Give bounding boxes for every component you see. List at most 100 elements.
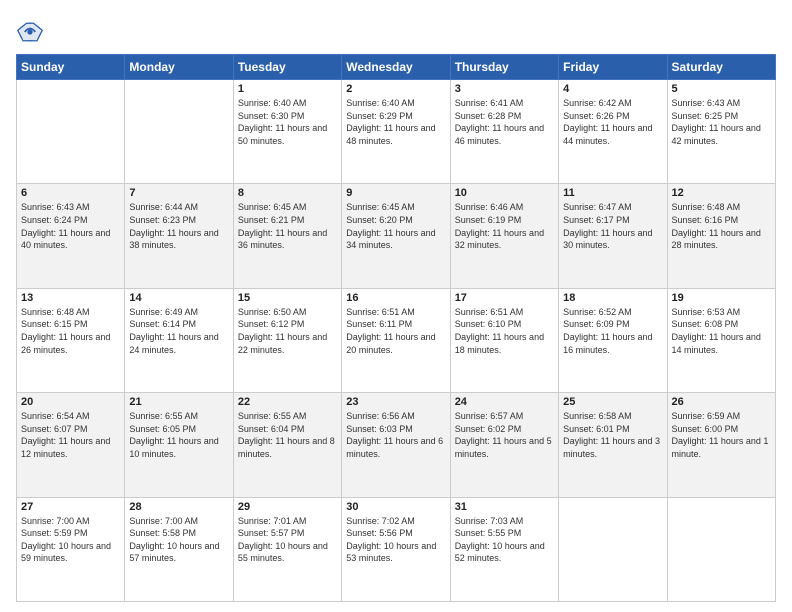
day-number: 26 bbox=[672, 396, 771, 408]
weekday-friday: Friday bbox=[559, 55, 667, 80]
header bbox=[16, 14, 776, 46]
day-number: 1 bbox=[238, 83, 337, 95]
weekday-sunday: Sunday bbox=[17, 55, 125, 80]
calendar-week-2: 6Sunrise: 6:43 AM Sunset: 6:24 PM Daylig… bbox=[17, 184, 776, 288]
day-number: 17 bbox=[455, 292, 554, 304]
cell-info: Sunrise: 6:57 AM Sunset: 6:02 PM Dayligh… bbox=[455, 410, 554, 460]
day-number: 10 bbox=[455, 187, 554, 199]
weekday-tuesday: Tuesday bbox=[233, 55, 341, 80]
calendar-header: SundayMondayTuesdayWednesdayThursdayFrid… bbox=[17, 55, 776, 80]
logo-icon bbox=[16, 18, 44, 46]
weekday-wednesday: Wednesday bbox=[342, 55, 450, 80]
day-number: 16 bbox=[346, 292, 445, 304]
calendar-cell: 19 Sunrise: 6:53 AM Sunset: 6:08 PM Dayli… bbox=[667, 288, 775, 392]
day-number: 7 bbox=[129, 187, 228, 199]
calendar-week-3: 13Sunrise: 6:48 AM Sunset: 6:15 PM Dayli… bbox=[17, 288, 776, 392]
day-number: 27 bbox=[21, 501, 120, 513]
calendar-cell: 28 Sunrise: 7:00 AM Sunset: 5:58 PM Dayli… bbox=[125, 497, 233, 601]
cell-info: Sunrise: 6:46 AM Sunset: 6:19 PM Dayligh… bbox=[455, 201, 554, 251]
cell-info: Sunrise: 7:00 AM Sunset: 5:58 PM Dayligh… bbox=[129, 515, 228, 565]
calendar-cell: 1Sunrise: 6:40 AM Sunset: 6:30 PM Daylig… bbox=[233, 80, 341, 184]
day-number: 3 bbox=[455, 83, 554, 95]
calendar-cell: 5 Sunrise: 6:43 AM Sunset: 6:25 PM Daylig… bbox=[667, 80, 775, 184]
calendar-cell: 21Sunrise: 6:55 AM Sunset: 6:05 PM Dayli… bbox=[125, 393, 233, 497]
cell-info: Sunrise: 6:50 AM Sunset: 6:12 PM Dayligh… bbox=[238, 306, 337, 356]
cell-info: Sunrise: 6:49 AM Sunset: 6:14 PM Dayligh… bbox=[129, 306, 228, 356]
calendar-cell: 10 Sunrise: 6:46 AM Sunset: 6:19 PM Dayli… bbox=[450, 184, 558, 288]
day-number: 22 bbox=[238, 396, 337, 408]
calendar-cell bbox=[559, 497, 667, 601]
cell-info: Sunrise: 6:54 AM Sunset: 6:07 PM Dayligh… bbox=[21, 410, 120, 460]
cell-info: Sunrise: 7:00 AM Sunset: 5:59 PM Dayligh… bbox=[21, 515, 120, 565]
cell-info: Sunrise: 6:56 AM Sunset: 6:03 PM Dayligh… bbox=[346, 410, 445, 460]
page: SundayMondayTuesdayWednesdayThursdayFrid… bbox=[0, 0, 792, 612]
day-number: 19 bbox=[672, 292, 771, 304]
calendar-cell: 8 Sunrise: 6:45 AM Sunset: 6:21 PM Daylig… bbox=[233, 184, 341, 288]
cell-info: Sunrise: 7:02 AM Sunset: 5:56 PM Dayligh… bbox=[346, 515, 445, 565]
cell-info: Sunrise: 7:03 AM Sunset: 5:55 PM Dayligh… bbox=[455, 515, 554, 565]
day-number: 25 bbox=[563, 396, 662, 408]
day-number: 20 bbox=[21, 396, 120, 408]
cell-info: Sunrise: 6:42 AM Sunset: 6:26 PM Dayligh… bbox=[563, 97, 662, 147]
calendar-cell: 17Sunrise: 6:51 AM Sunset: 6:10 PM Dayli… bbox=[450, 288, 558, 392]
cell-info: Sunrise: 6:41 AM Sunset: 6:28 PM Dayligh… bbox=[455, 97, 554, 147]
day-number: 30 bbox=[346, 501, 445, 513]
day-number: 2 bbox=[346, 83, 445, 95]
cell-info: Sunrise: 6:58 AM Sunset: 6:01 PM Dayligh… bbox=[563, 410, 662, 460]
calendar-cell: 22Sunrise: 6:55 AM Sunset: 6:04 PM Dayli… bbox=[233, 393, 341, 497]
calendar-cell: 2Sunrise: 6:40 AM Sunset: 6:29 PM Daylig… bbox=[342, 80, 450, 184]
day-number: 14 bbox=[129, 292, 228, 304]
cell-info: Sunrise: 6:53 AM Sunset: 6:08 PM Dayligh… bbox=[672, 306, 771, 356]
weekday-thursday: Thursday bbox=[450, 55, 558, 80]
cell-info: Sunrise: 6:43 AM Sunset: 6:25 PM Dayligh… bbox=[672, 97, 771, 147]
calendar-cell: 11 Sunrise: 6:47 AM Sunset: 6:17 PM Dayli… bbox=[559, 184, 667, 288]
cell-info: Sunrise: 6:51 AM Sunset: 6:11 PM Dayligh… bbox=[346, 306, 445, 356]
calendar-week-5: 27 Sunrise: 7:00 AM Sunset: 5:59 PM Dayli… bbox=[17, 497, 776, 601]
cell-info: Sunrise: 6:47 AM Sunset: 6:17 PM Dayligh… bbox=[563, 201, 662, 251]
calendar-cell: 29Sunrise: 7:01 AM Sunset: 5:57 PM Dayli… bbox=[233, 497, 341, 601]
day-number: 28 bbox=[129, 501, 228, 513]
calendar-cell: 9Sunrise: 6:45 AM Sunset: 6:20 PM Daylig… bbox=[342, 184, 450, 288]
calendar-cell: 31 Sunrise: 7:03 AM Sunset: 5:55 PM Dayli… bbox=[450, 497, 558, 601]
day-number: 24 bbox=[455, 396, 554, 408]
calendar-body: 1Sunrise: 6:40 AM Sunset: 6:30 PM Daylig… bbox=[17, 80, 776, 602]
day-number: 12 bbox=[672, 187, 771, 199]
calendar-cell: 23 Sunrise: 6:56 AM Sunset: 6:03 PM Dayli… bbox=[342, 393, 450, 497]
day-number: 8 bbox=[238, 187, 337, 199]
day-number: 31 bbox=[455, 501, 554, 513]
calendar-cell: 13Sunrise: 6:48 AM Sunset: 6:15 PM Dayli… bbox=[17, 288, 125, 392]
day-number: 29 bbox=[238, 501, 337, 513]
day-number: 21 bbox=[129, 396, 228, 408]
calendar-cell: 6Sunrise: 6:43 AM Sunset: 6:24 PM Daylig… bbox=[17, 184, 125, 288]
cell-info: Sunrise: 6:59 AM Sunset: 6:00 PM Dayligh… bbox=[672, 410, 771, 460]
cell-info: Sunrise: 6:43 AM Sunset: 6:24 PM Dayligh… bbox=[21, 201, 120, 251]
cell-info: Sunrise: 6:48 AM Sunset: 6:16 PM Dayligh… bbox=[672, 201, 771, 251]
day-number: 23 bbox=[346, 396, 445, 408]
calendar-cell: 15 Sunrise: 6:50 AM Sunset: 6:12 PM Dayli… bbox=[233, 288, 341, 392]
calendar-cell: 30 Sunrise: 7:02 AM Sunset: 5:56 PM Dayli… bbox=[342, 497, 450, 601]
calendar-cell bbox=[125, 80, 233, 184]
calendar-week-1: 1Sunrise: 6:40 AM Sunset: 6:30 PM Daylig… bbox=[17, 80, 776, 184]
calendar-table: SundayMondayTuesdayWednesdayThursdayFrid… bbox=[16, 54, 776, 602]
day-number: 13 bbox=[21, 292, 120, 304]
calendar-cell: 12 Sunrise: 6:48 AM Sunset: 6:16 PM Dayli… bbox=[667, 184, 775, 288]
calendar-cell: 24 Sunrise: 6:57 AM Sunset: 6:02 PM Dayli… bbox=[450, 393, 558, 497]
day-number: 18 bbox=[563, 292, 662, 304]
calendar-cell: 16 Sunrise: 6:51 AM Sunset: 6:11 PM Dayli… bbox=[342, 288, 450, 392]
calendar-cell: 3 Sunrise: 6:41 AM Sunset: 6:28 PM Daylig… bbox=[450, 80, 558, 184]
day-number: 4 bbox=[563, 83, 662, 95]
calendar-cell: 18Sunrise: 6:52 AM Sunset: 6:09 PM Dayli… bbox=[559, 288, 667, 392]
calendar-cell: 7 Sunrise: 6:44 AM Sunset: 6:23 PM Daylig… bbox=[125, 184, 233, 288]
day-number: 11 bbox=[563, 187, 662, 199]
weekday-saturday: Saturday bbox=[667, 55, 775, 80]
day-number: 9 bbox=[346, 187, 445, 199]
calendar-cell: 25 Sunrise: 6:58 AM Sunset: 6:01 PM Dayli… bbox=[559, 393, 667, 497]
calendar-cell bbox=[667, 497, 775, 601]
day-number: 15 bbox=[238, 292, 337, 304]
weekday-monday: Monday bbox=[125, 55, 233, 80]
cell-info: Sunrise: 6:44 AM Sunset: 6:23 PM Dayligh… bbox=[129, 201, 228, 251]
cell-info: Sunrise: 6:45 AM Sunset: 6:21 PM Dayligh… bbox=[238, 201, 337, 251]
calendar-cell bbox=[17, 80, 125, 184]
day-number: 5 bbox=[672, 83, 771, 95]
calendar-cell: 26 Sunrise: 6:59 AM Sunset: 6:00 PM Dayli… bbox=[667, 393, 775, 497]
